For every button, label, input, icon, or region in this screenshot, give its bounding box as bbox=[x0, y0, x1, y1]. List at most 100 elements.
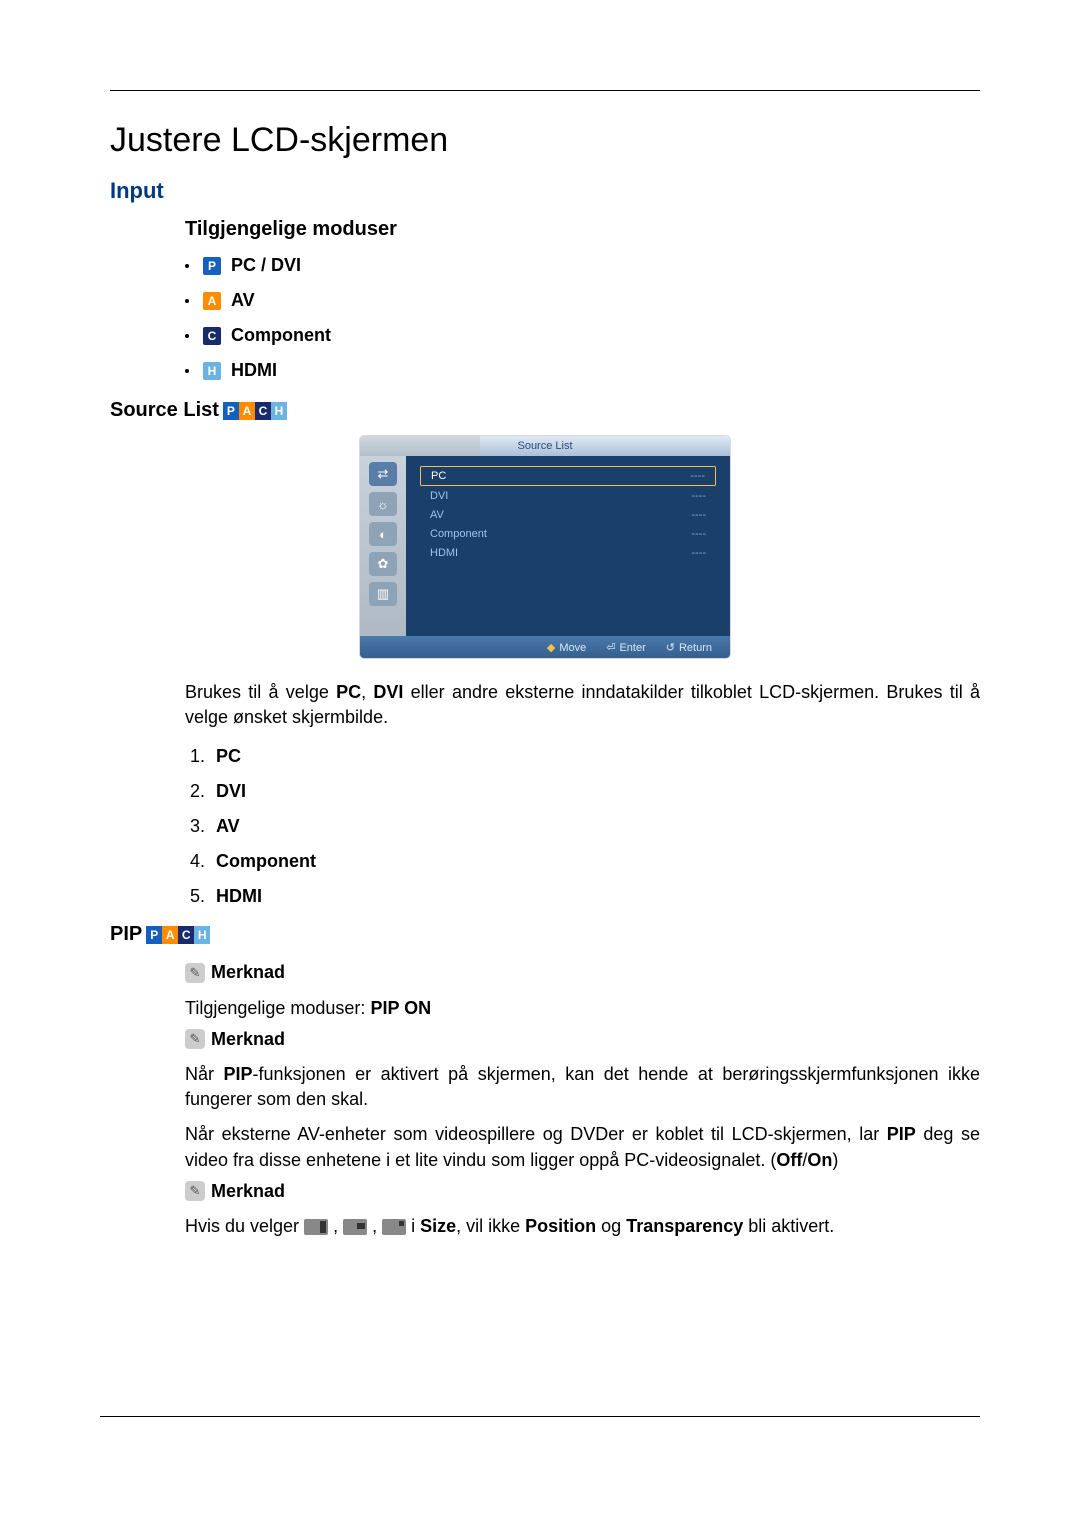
osd-item-value: ---- bbox=[690, 470, 705, 482]
list-item-label: Component bbox=[216, 851, 316, 871]
text: Hvis du velger bbox=[185, 1216, 304, 1236]
badge-c-icon: C bbox=[203, 327, 221, 345]
pip-size-paragraph: Hvis du velger , , i Size, vil ikke Posi… bbox=[185, 1214, 980, 1239]
mode-label: Component bbox=[231, 325, 331, 346]
badge-strip-icon: P A C H bbox=[146, 926, 210, 944]
osd-move-label: Move bbox=[547, 641, 586, 654]
badge-a-icon: A bbox=[203, 292, 221, 310]
text-bold-dvi: DVI bbox=[373, 682, 403, 702]
list-item-label: DVI bbox=[216, 781, 246, 801]
source-list-description: Brukes til å velge PC, DVI eller andre e… bbox=[185, 680, 980, 730]
description-paragraph: Brukes til å velge PC, DVI eller andre e… bbox=[185, 680, 980, 730]
section-input-heading: Input bbox=[110, 178, 980, 204]
top-rule bbox=[110, 90, 980, 91]
osd-return-label: Return bbox=[666, 641, 712, 654]
badge-a-icon: A bbox=[162, 926, 178, 944]
note-icon bbox=[185, 1029, 205, 1049]
list-item: DVI bbox=[210, 781, 980, 802]
osd-item-value: ---- bbox=[691, 528, 706, 540]
text: Brukes til å velge bbox=[185, 682, 336, 702]
text-bold: Size bbox=[420, 1216, 456, 1236]
osd-side-multi-icon: ▥ bbox=[369, 582, 397, 606]
text-bold: Position bbox=[525, 1216, 596, 1236]
osd-row-av: AV ---- bbox=[420, 506, 716, 524]
page-title: Justere LCD-skjermen bbox=[110, 121, 980, 160]
pip-available-line: Tilgjengelige moduser: PIP ON bbox=[185, 996, 980, 1021]
list-item-label: HDMI bbox=[216, 886, 262, 906]
source-list-heading: Source List P A C H bbox=[110, 399, 980, 422]
osd-item-name: HDMI bbox=[430, 547, 458, 559]
pip-heading-label: PIP bbox=[110, 923, 142, 946]
badge-strip-icon: P A C H bbox=[223, 402, 287, 420]
text: ) bbox=[832, 1150, 838, 1170]
osd-row-pc: PC ---- bbox=[420, 466, 716, 486]
text-bold: PIP bbox=[224, 1064, 253, 1084]
available-modes-list: P PC / DVI A AV C Component H HDMI bbox=[185, 255, 980, 381]
osd-item-name: DVI bbox=[430, 490, 448, 502]
mode-item-hdmi: H HDMI bbox=[185, 360, 980, 381]
text: i bbox=[411, 1216, 420, 1236]
osd-footer: Move Enter Return bbox=[360, 636, 730, 658]
pip-explain-paragraph: Når eksterne AV-enheter som videospiller… bbox=[185, 1122, 980, 1172]
list-item: Component bbox=[210, 851, 980, 872]
bottom-rule bbox=[100, 1416, 980, 1417]
note-row: Merknad bbox=[185, 1027, 980, 1052]
source-list-heading-label: Source List bbox=[110, 399, 219, 422]
badge-a-icon: A bbox=[239, 402, 255, 420]
badge-p-icon: P bbox=[223, 402, 239, 420]
bullet-icon bbox=[185, 264, 189, 268]
osd-title-label: Source List bbox=[517, 440, 572, 452]
text: Tilgjengelige moduser: bbox=[185, 998, 370, 1018]
note-icon bbox=[185, 963, 205, 983]
text: Når eksterne AV-enheter som videospiller… bbox=[185, 1124, 887, 1144]
mode-item-pc: P PC / DVI bbox=[185, 255, 980, 276]
text: bli aktivert. bbox=[743, 1216, 834, 1236]
badge-c-icon: C bbox=[178, 926, 194, 944]
osd-enter-label: Enter bbox=[606, 641, 646, 654]
mode-label: HDMI bbox=[231, 360, 277, 381]
text: -funksjonen er aktivert på skjermen, kan… bbox=[185, 1064, 980, 1109]
text-bold-pc: PC bbox=[336, 682, 361, 702]
text: Når bbox=[185, 1064, 224, 1084]
size-layout-2-icon bbox=[343, 1219, 367, 1235]
text: , bbox=[361, 682, 373, 702]
osd-side-input-icon: ⇄ bbox=[369, 462, 397, 486]
osd-window: Source List ⇄ ☼ ◐ ✿ ▥ PC ---- DVI bbox=[360, 436, 730, 658]
note-icon bbox=[185, 1181, 205, 1201]
list-item: AV bbox=[210, 816, 980, 837]
osd-side-icons: ⇄ ☼ ◐ ✿ ▥ bbox=[360, 456, 406, 636]
bullet-icon bbox=[185, 369, 189, 373]
note-row: Merknad bbox=[185, 960, 980, 985]
osd-main-list: PC ---- DVI ---- AV ---- Component ---- bbox=[406, 456, 730, 636]
text: , vil ikke bbox=[456, 1216, 525, 1236]
osd-side-picture-icon: ☼ bbox=[369, 492, 397, 516]
badge-c-icon: C bbox=[255, 402, 271, 420]
mode-item-av: A AV bbox=[185, 290, 980, 311]
list-item-label: PC bbox=[216, 746, 241, 766]
osd-screenshot: Source List ⇄ ☼ ◐ ✿ ▥ PC ---- DVI bbox=[360, 436, 730, 658]
osd-item-name: Component bbox=[430, 528, 487, 540]
osd-row-dvi: DVI ---- bbox=[420, 487, 716, 505]
osd-body: ⇄ ☼ ◐ ✿ ▥ PC ---- DVI ---- bbox=[360, 456, 730, 636]
list-item-label: AV bbox=[216, 816, 240, 836]
osd-row-component: Component ---- bbox=[420, 525, 716, 543]
mode-label: PC / DVI bbox=[231, 255, 301, 276]
badge-h-icon: H bbox=[203, 362, 221, 380]
pip-warning-paragraph: Når PIP-funksjonen er aktivert på skjerm… bbox=[185, 1062, 980, 1112]
osd-item-name: AV bbox=[430, 509, 444, 521]
osd-item-value: ---- bbox=[691, 509, 706, 521]
osd-side-sound-icon: ◐ bbox=[369, 522, 397, 546]
list-item: HDMI bbox=[210, 886, 980, 907]
note-label: Merknad bbox=[211, 1027, 285, 1052]
bullet-icon bbox=[185, 299, 189, 303]
source-numbered-list: PC DVI AV Component HDMI bbox=[210, 746, 980, 907]
mode-label: AV bbox=[231, 290, 255, 311]
badge-p-icon: P bbox=[203, 257, 221, 275]
text-bold: Transparency bbox=[626, 1216, 743, 1236]
text-bold: PIP ON bbox=[370, 998, 431, 1018]
badge-h-icon: H bbox=[194, 926, 210, 944]
note-row: Merknad bbox=[185, 1179, 980, 1204]
modes-heading: Tilgjengelige moduser bbox=[185, 218, 980, 241]
osd-titlebar: Source List bbox=[360, 436, 730, 456]
badge-p-icon: P bbox=[146, 926, 162, 944]
